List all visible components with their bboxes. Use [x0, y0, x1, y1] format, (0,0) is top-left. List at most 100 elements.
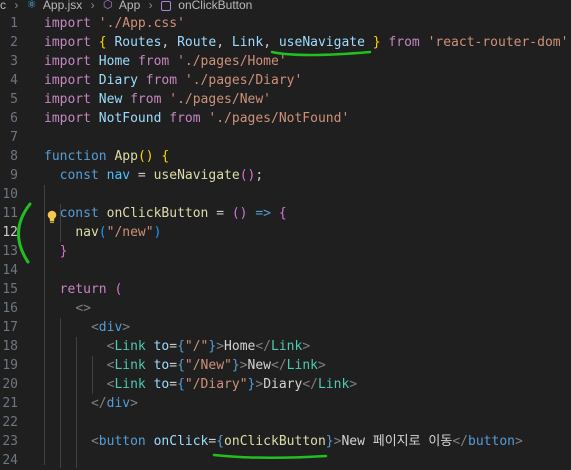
- code-token: Diary: [263, 377, 303, 392]
- lightbulb-icon[interactable]: [46, 210, 58, 224]
- code-token: New 페이지로 이동: [341, 434, 453, 449]
- line-number: 20: [2, 377, 18, 392]
- code-token: './pages/New': [169, 92, 271, 107]
- code-token: <>: [75, 301, 91, 316]
- code-line[interactable]: 21 </div>: [0, 394, 571, 413]
- code-token: from: [130, 92, 162, 107]
- line-number: 13: [2, 244, 18, 259]
- code-token: >: [514, 434, 523, 449]
- code-token: import: [44, 35, 91, 50]
- code-token: button: [98, 434, 146, 449]
- code-line[interactable]: 11 const onClickButton = () => {: [0, 204, 571, 223]
- code-line[interactable]: 13 }: [0, 242, 571, 261]
- code-token: ;: [255, 168, 264, 183]
- code-token: nav: [106, 168, 131, 183]
- code-line[interactable]: 6 import NotFound from './pages/NotFound': [0, 109, 571, 128]
- code-line[interactable]: 16 <>: [0, 299, 571, 318]
- code-line[interactable]: 7: [0, 128, 571, 147]
- breadcrumb-separator: ›: [14, 0, 19, 12]
- code-content: <>: [44, 299, 91, 318]
- code-content: </div>: [44, 394, 138, 413]
- breadcrumb-component[interactable]: App: [119, 0, 140, 11]
- code-line[interactable]: 1 import './App.css': [0, 14, 571, 33]
- code-token: <: [90, 320, 99, 335]
- line-number: 15: [2, 282, 18, 297]
- code-line[interactable]: 17 <div>: [0, 318, 571, 337]
- code-token: =: [169, 377, 178, 392]
- code-line[interactable]: 4 import Diary from './pages/Diary': [0, 71, 571, 90]
- code-token: from: [145, 73, 178, 88]
- line-number: 19: [2, 358, 18, 373]
- code-token: (: [114, 282, 123, 297]
- line-number: 16: [2, 301, 18, 316]
- code-line[interactable]: 24: [0, 451, 571, 470]
- code-line[interactable]: 2 import { Routes, Route, Link, useNaviga…: [0, 33, 571, 52]
- code-line[interactable]: 8 function App() {: [0, 147, 571, 166]
- code-token: useNavigate: [153, 168, 240, 183]
- code-token: ,: [161, 35, 178, 50]
- code-token: onClickButton: [224, 434, 326, 449]
- code-token: const: [59, 168, 99, 183]
- code-content: import Diary from './pages/Diary': [44, 71, 302, 90]
- line-number: 10: [2, 187, 18, 202]
- code-content: <Link to={"/Diary"}>Diary</Link>: [44, 375, 358, 394]
- line-number: 4: [10, 73, 18, 88]
- code-token: Link: [271, 339, 303, 354]
- code-token: {: [177, 377, 185, 392]
- line-number: 3: [10, 54, 18, 69]
- code-line[interactable]: 18 <Link to={"/"}>Home</Link>: [0, 337, 571, 356]
- code-line[interactable]: 3 import Home from './pages/Home': [0, 52, 571, 71]
- code-line[interactable]: 9 const nav = useNavigate();: [0, 166, 571, 185]
- code-line[interactable]: 19 <Link to={"/New"}>New</Link>: [0, 356, 571, 375]
- code-token: ,: [216, 35, 232, 50]
- code-line[interactable]: 5 import New from './pages/New': [0, 90, 571, 109]
- code-line[interactable]: 23 <button onClick={onClickButton}>New 페…: [0, 432, 571, 451]
- code-content: import Home from './pages/Home': [44, 52, 287, 71]
- code-line[interactable]: 12 nav("/new"): [0, 223, 571, 242]
- breadcrumb-function[interactable]: onClickButton: [178, 0, 252, 11]
- cube-icon: ⬡: [102, 0, 113, 11]
- code-token: }: [59, 244, 68, 259]
- code-line[interactable]: 20 <Link to={"/Diary"}>Diary</Link>: [0, 375, 571, 394]
- line-number: 22: [2, 415, 18, 430]
- line-number: 17: [2, 320, 18, 335]
- code-line[interactable]: 10: [0, 185, 571, 204]
- code-content: <div>: [44, 318, 130, 337]
- code-token: >: [317, 358, 326, 373]
- code-token: import: [44, 16, 91, 31]
- code-token: Link: [317, 377, 350, 392]
- code-editor[interactable]: 1 import './App.css' 2 import { Routes, Rou…: [0, 14, 571, 468]
- code-token: {: [278, 206, 287, 221]
- code-token: div: [98, 320, 123, 335]
- code-token: >: [239, 358, 248, 373]
- code-token: import: [44, 92, 91, 107]
- code-token: <: [90, 434, 99, 449]
- code-token: }: [372, 35, 381, 50]
- code-line[interactable]: 15 return (: [0, 280, 571, 299]
- code-line[interactable]: 22: [0, 413, 571, 432]
- code-token: >: [216, 339, 225, 354]
- line-number: 12: [2, 225, 18, 240]
- breadcrumb: c › ⚛ App.jsx › ⬡ App › onClickButton: [0, 0, 571, 14]
- code-line[interactable]: 14: [0, 261, 571, 280]
- breadcrumb-file[interactable]: App.jsx: [43, 0, 82, 11]
- code-token: import: [44, 54, 91, 69]
- line-number: 8: [10, 149, 18, 164]
- line-number: 7: [10, 130, 18, 145]
- code-token: './pages/Home': [177, 54, 287, 69]
- code-token: Route: [177, 35, 217, 50]
